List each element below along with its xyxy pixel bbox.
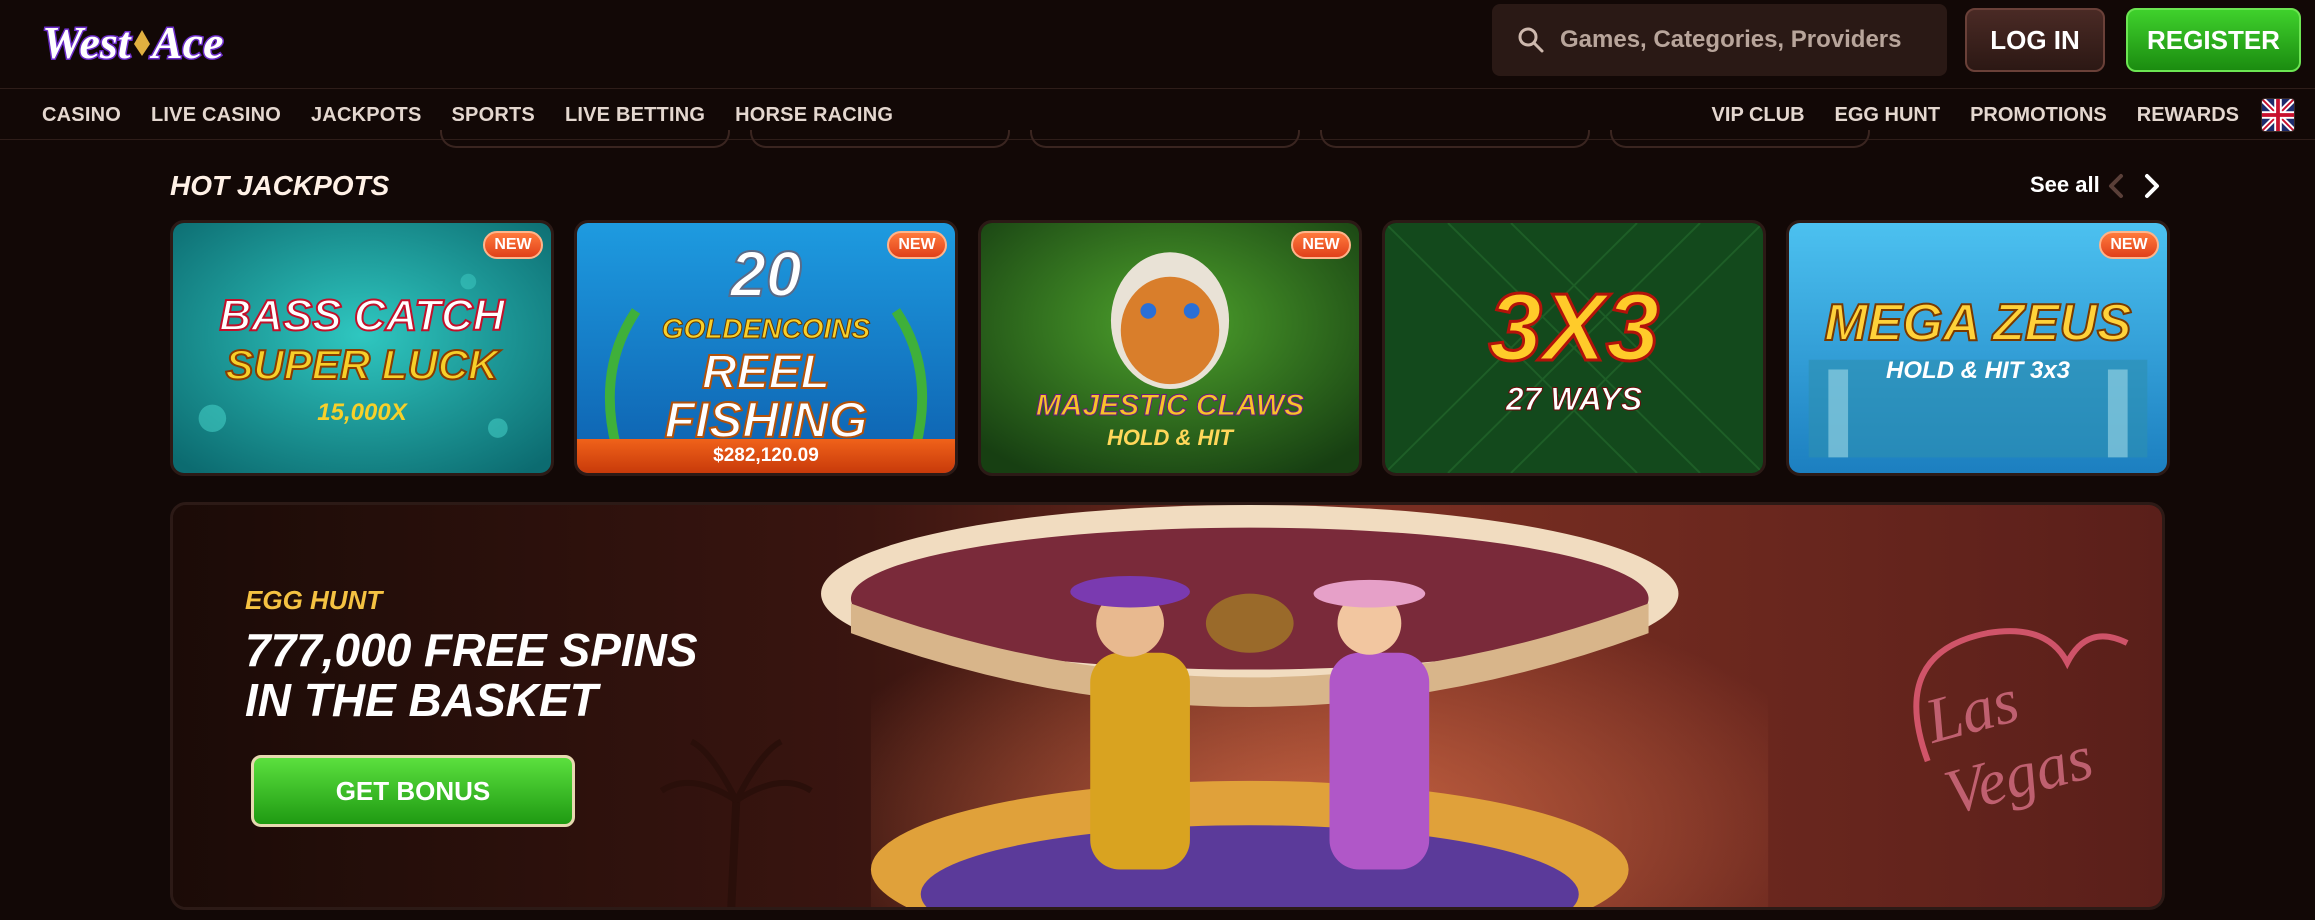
promo-headline-line2: IN THE BASKET: [245, 674, 598, 726]
get-bonus-button[interactable]: GET BONUS: [251, 755, 575, 827]
top-header: West Ace LOG IN REGISTER: [0, 0, 2315, 88]
game-title-line: BASS CATCH: [218, 290, 505, 341]
new-badge: NEW: [887, 231, 947, 259]
logo-graphic: West Ace: [41, 16, 226, 70]
search-icon: [1518, 27, 1544, 53]
game-title-line: SUPER LUCK: [224, 340, 499, 389]
game-card-bass-catch[interactable]: BASS CATCH SUPER LUCK 15,000X NEW: [170, 220, 554, 476]
category-pill[interactable]: [1030, 130, 1300, 148]
nav-item-horse-racing[interactable]: HORSE RACING: [735, 104, 893, 127]
see-all-link[interactable]: See all: [2030, 172, 2100, 198]
westace-logo[interactable]: West Ace: [40, 8, 240, 78]
game-title-line: GOLDENCOINS: [661, 313, 871, 345]
nav-item-rewards[interactable]: REWARDS: [2137, 104, 2239, 127]
new-badge: NEW: [2099, 231, 2159, 259]
jackpot-amount: $282,120.09: [577, 439, 955, 473]
promo-headline-line1: 777,000 FREE SPINS: [245, 624, 698, 676]
svg-text:Ace: Ace: [149, 17, 224, 68]
nav-item-casino[interactable]: CASINO: [42, 104, 121, 127]
register-button[interactable]: REGISTER: [2126, 8, 2301, 72]
new-badge: NEW: [483, 231, 543, 259]
game-title-line: MEGA ZEUS: [1823, 293, 2132, 353]
promo-eyebrow: EGG HUNT: [245, 585, 383, 615]
nav-item-egg-hunt[interactable]: EGG HUNT: [1835, 104, 1941, 127]
category-pill[interactable]: [1610, 130, 1870, 148]
game-card-majestic-claws[interactable]: MAJESTIC CLAWS HOLD & HIT NEW: [978, 220, 1362, 476]
category-pill[interactable]: [440, 130, 730, 148]
game-title-line: 3X3: [1487, 273, 1661, 383]
category-pill[interactable]: [750, 130, 1010, 148]
category-pill[interactable]: [1320, 130, 1590, 148]
uk-flag-icon[interactable]: [2261, 98, 2295, 132]
chevron-right-icon[interactable]: [2140, 172, 2164, 200]
nav-item-live-casino[interactable]: LIVE CASINO: [151, 104, 281, 127]
promo-headline: 777,000 FREE SPINS IN THE BASKET: [245, 625, 765, 725]
svg-text:West: West: [42, 17, 132, 68]
game-multiplier: 15,000X: [317, 399, 407, 426]
game-subtitle: 27 WAYS: [1505, 381, 1643, 418]
section-title-hot-jackpots: HOT JACKPOTS: [170, 170, 390, 201]
nav-item-vip-club[interactable]: VIP CLUB: [1712, 104, 1805, 127]
nav-item-promotions[interactable]: PROMOTIONS: [1970, 104, 2107, 127]
search-input[interactable]: [1560, 26, 1940, 54]
nav-item-jackpots[interactable]: JACKPOTS: [311, 104, 422, 127]
chevron-left-icon[interactable]: [2104, 172, 2128, 200]
nav-item-live-betting[interactable]: LIVE BETTING: [565, 104, 705, 127]
search-bar[interactable]: [1492, 4, 1947, 76]
login-button[interactable]: LOG IN: [1965, 8, 2105, 72]
game-card-mega-zeus[interactable]: MEGA ZEUS HOLD & HIT 3x3 NEW: [1786, 220, 2170, 476]
game-title-line: MAJESTIC CLAWS: [1035, 389, 1305, 423]
game-card-3x3-27-ways[interactable]: 3X3 27 WAYS: [1382, 220, 1766, 476]
new-badge: NEW: [1291, 231, 1351, 259]
game-subtitle: HOLD & HIT: [1107, 425, 1233, 450]
category-pill-row: [0, 130, 2315, 150]
game-card-reel-fishing[interactable]: 20 GOLDENCOINS REEL FISHING $282,120.09 …: [574, 220, 958, 476]
nav-item-sports[interactable]: SPORTS: [452, 104, 535, 127]
egg-hunt-promo-banner[interactable]: Las Vegas EGG HUNT 777,000 FREE SPINS IN…: [170, 502, 2165, 910]
game-subtitle: HOLD & HIT 3x3: [1885, 357, 2071, 384]
